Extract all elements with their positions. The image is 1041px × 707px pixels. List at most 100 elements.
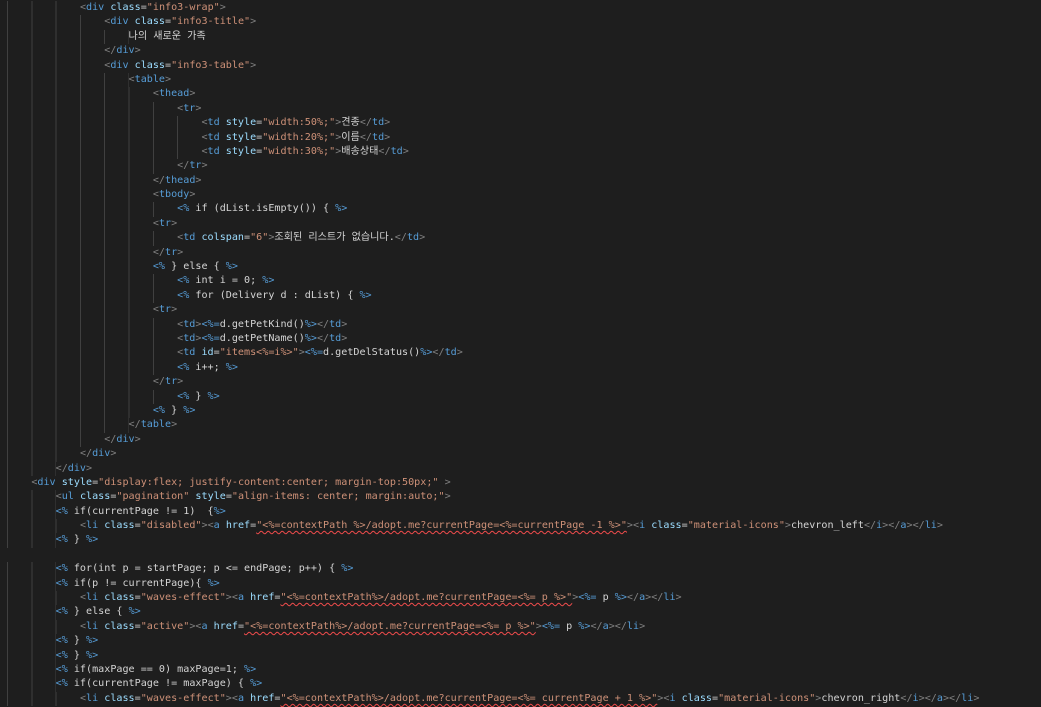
- jsp-delimiter[interactable]: %>: [341, 563, 353, 574]
- indent-guides[interactable]: [7, 662, 56, 678]
- tag-name[interactable]: li: [86, 592, 98, 603]
- text[interactable]: chevron_right: [821, 693, 900, 704]
- jsp-delimiter[interactable]: <%: [177, 290, 189, 301]
- indent-guides[interactable]: [7, 562, 56, 577]
- indent-guides[interactable]: [7, 691, 80, 707]
- code-line[interactable]: <% int i = 0; %>: [7, 274, 1041, 289]
- indent-guides[interactable]: [7, 260, 153, 275]
- jsp-delimiter[interactable]: <%: [56, 578, 68, 589]
- tag-bracket[interactable]: </: [153, 247, 165, 258]
- jsp-delimiter[interactable]: %>: [214, 506, 226, 517]
- tag-bracket[interactable]: >: [135, 45, 141, 56]
- jsp-delimiter[interactable]: <%: [177, 391, 189, 402]
- tag-name[interactable]: div: [110, 60, 128, 71]
- tag-name[interactable]: thead: [165, 175, 195, 186]
- java-code[interactable]: if(currentPage != 1) {: [68, 506, 214, 517]
- java-code[interactable]: for(int p = startPage; p <= endPage; p++…: [68, 563, 341, 574]
- attr-value[interactable]: "items<%=i%>": [220, 347, 299, 358]
- tag-bracket[interactable]: </: [888, 520, 900, 531]
- indent-guides[interactable]: [7, 216, 153, 232]
- jsp-delimiter[interactable]: <%: [56, 664, 68, 675]
- text[interactable]: 이름: [341, 132, 360, 143]
- code-line[interactable]: </div>: [7, 447, 1041, 462]
- indent-guides[interactable]: [7, 303, 153, 318]
- tag-bracket[interactable]: >: [341, 333, 347, 344]
- jsp-delimiter[interactable]: <%=: [201, 333, 219, 344]
- code-line[interactable]: [7, 548, 1041, 562]
- tag-name[interactable]: li: [86, 520, 98, 531]
- tag-bracket[interactable]: >: [220, 2, 226, 13]
- jsp-delimiter[interactable]: %>: [578, 621, 590, 632]
- indent-guides[interactable]: [7, 375, 153, 390]
- jsp-delimiter[interactable]: <%=: [305, 347, 323, 358]
- indent-guides[interactable]: [7, 44, 105, 59]
- jsp-delimiter[interactable]: %>: [129, 606, 141, 617]
- tag-name[interactable]: td: [183, 232, 195, 243]
- java-code[interactable]: } else {: [68, 606, 129, 617]
- indent-guides[interactable]: [7, 403, 153, 419]
- java-code[interactable]: }: [68, 635, 86, 646]
- java-code[interactable]: }: [68, 650, 86, 661]
- jsp-delimiter[interactable]: %>: [335, 203, 347, 214]
- java-code[interactable]: if(maxPage == 0) maxPage=1;: [68, 664, 244, 675]
- jsp-delimiter[interactable]: <%: [56, 506, 68, 517]
- attr-name[interactable]: id: [201, 347, 213, 358]
- code-line[interactable]: </div>: [7, 44, 1041, 59]
- tag-name[interactable]: li: [627, 621, 639, 632]
- code-line[interactable]: <td><%=d.getPetKind()%></td>: [7, 317, 1041, 332]
- code-line[interactable]: <td style="width:20%;">이름</td>: [7, 130, 1041, 145]
- tag-name[interactable]: tr: [189, 160, 201, 171]
- indent-guides[interactable]: [7, 317, 178, 332]
- code-line[interactable]: <% } %>: [7, 403, 1041, 419]
- tag-name[interactable]: tr: [159, 218, 171, 229]
- tag-bracket[interactable]: >: [110, 448, 116, 459]
- tag-bracket[interactable]: >: [384, 132, 390, 143]
- tag-bracket[interactable]: </: [153, 376, 165, 387]
- code-line[interactable]: <% for (Delivery d : dList) { %>: [7, 288, 1041, 304]
- code-line[interactable]: <td colspan="6">조회된 리스트가 없습니다.</td>: [7, 231, 1041, 246]
- java-code[interactable]: i++;: [189, 362, 225, 373]
- code-line[interactable]: <li class="waves-effect"><a href="<%=con…: [7, 591, 1041, 606]
- code-line[interactable]: </div>: [7, 432, 1041, 448]
- tag-name[interactable]: td: [372, 117, 384, 128]
- attr-name[interactable]: class: [80, 491, 110, 502]
- code-line[interactable]: <% if(p != currentPage){ %>: [7, 576, 1041, 592]
- indent-guides[interactable]: [7, 447, 80, 462]
- tag-bracket[interactable]: >: [445, 477, 451, 488]
- tag-name[interactable]: table: [135, 74, 165, 85]
- tag-bracket[interactable]: </: [104, 434, 116, 445]
- tag-name[interactable]: thead: [159, 88, 189, 99]
- code-line[interactable]: </div>: [7, 461, 1041, 476]
- tag-name[interactable]: div: [68, 463, 86, 474]
- tag-name[interactable]: li: [663, 592, 675, 603]
- jsp-delimiter[interactable]: %>: [226, 362, 238, 373]
- attr-name[interactable]: class: [104, 693, 134, 704]
- tag-bracket[interactable]: >: [135, 434, 141, 445]
- tag-bracket[interactable]: >: [250, 60, 256, 71]
- indent-guides[interactable]: [7, 87, 153, 102]
- tag-bracket[interactable]: >: [250, 16, 256, 27]
- tag-bracket[interactable]: >: [457, 347, 463, 358]
- indent-guides[interactable]: [7, 576, 56, 592]
- attr-value[interactable]: "align-items: center; margin:auto;": [232, 491, 445, 502]
- java-code[interactable]: int i = 0;: [189, 275, 262, 286]
- attr-value[interactable]: "info3-wrap": [147, 2, 220, 13]
- code-line[interactable]: <div class="info3-table">: [7, 58, 1041, 73]
- jsp-delimiter[interactable]: %>: [305, 319, 317, 330]
- indent-guides[interactable]: [7, 144, 202, 160]
- jsp-delimiter[interactable]: %>: [183, 405, 195, 416]
- tag-bracket[interactable]: </: [627, 592, 639, 603]
- attr-name[interactable]: class: [651, 520, 681, 531]
- tag-bracket[interactable]: </: [651, 592, 663, 603]
- attr-value[interactable]: "width:50%;": [262, 117, 335, 128]
- attr-value[interactable]: "waves-effect": [141, 592, 226, 603]
- code-line[interactable]: <td id="items<%=i%>"><%=d.getDelStatus()…: [7, 346, 1041, 361]
- indent-guides[interactable]: [7, 72, 129, 88]
- tag-name[interactable]: div: [86, 2, 104, 13]
- attr-value[interactable]: "material-icons": [718, 693, 815, 704]
- attr-value[interactable]: "pagination": [116, 491, 189, 502]
- jsp-delimiter[interactable]: <%: [56, 650, 68, 661]
- indent-guides[interactable]: [7, 533, 56, 548]
- indent-guides[interactable]: [7, 591, 80, 606]
- tag-name[interactable]: td: [407, 232, 419, 243]
